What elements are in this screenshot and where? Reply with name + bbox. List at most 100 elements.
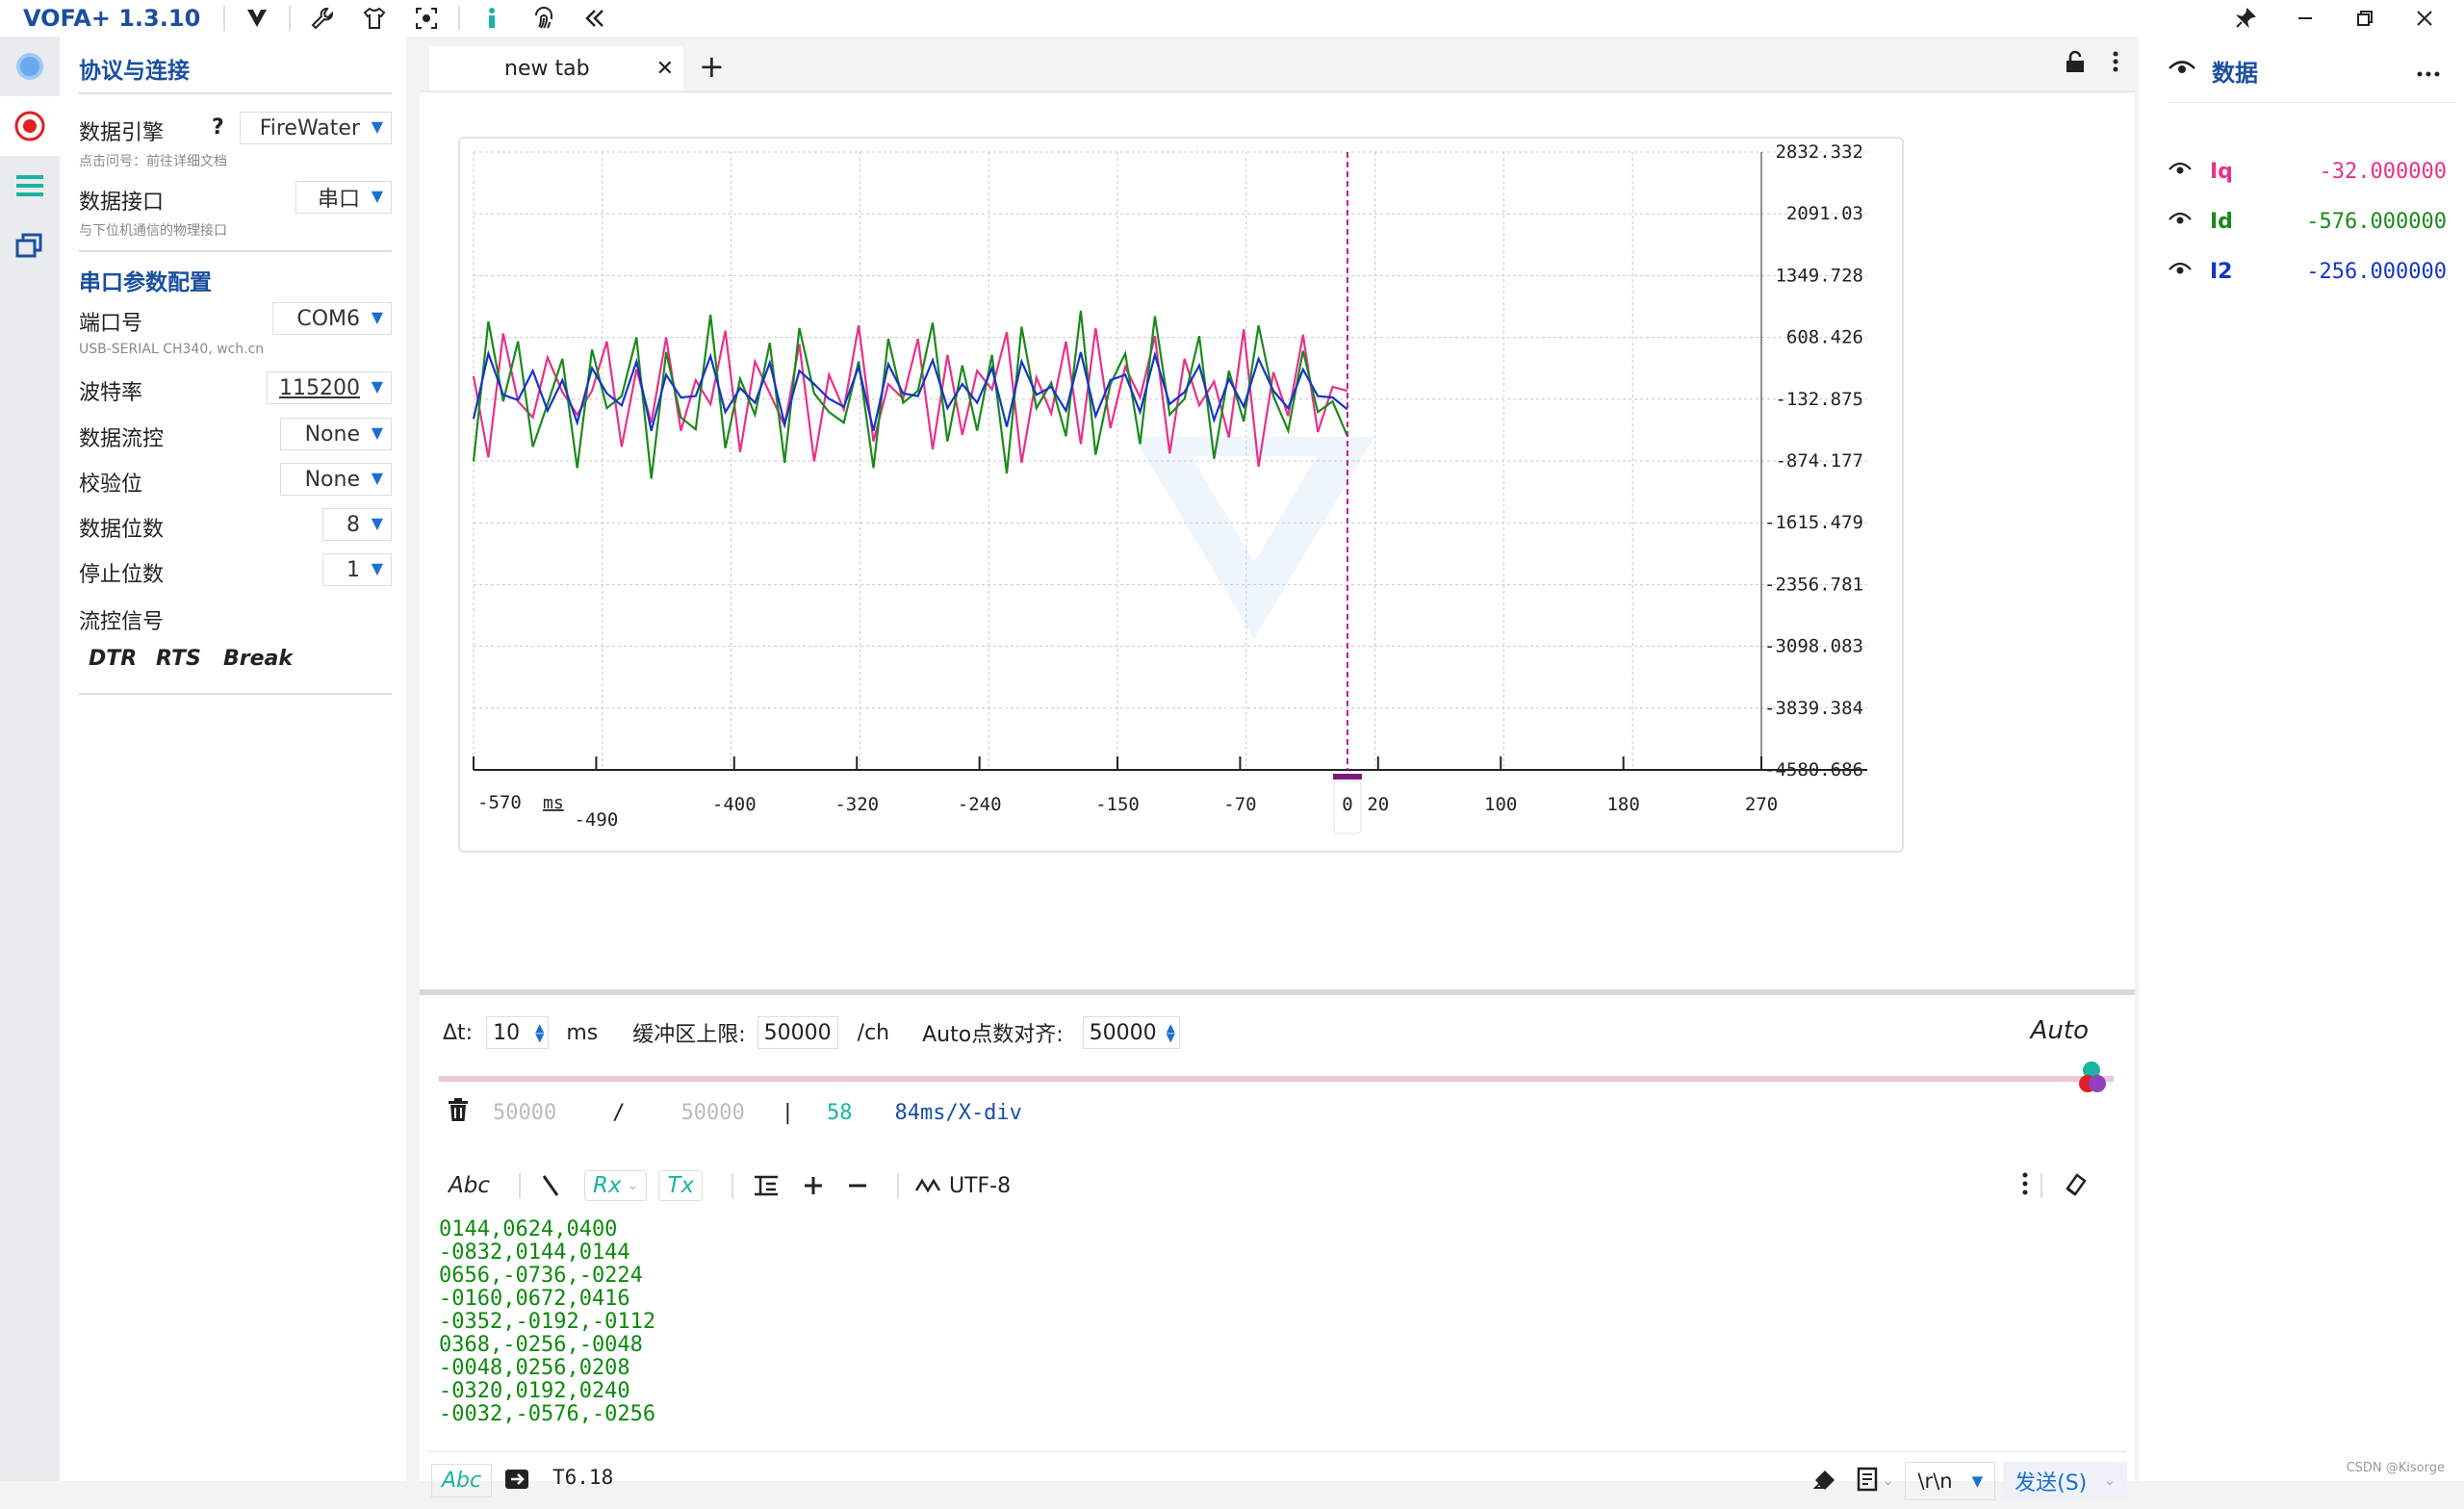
chevron-down-icon[interactable]: ⌄ [1883,1473,1894,1489]
channel-name: Iq [2210,160,2287,184]
interface-select[interactable]: 串口▼ [295,181,392,214]
tx-toggle[interactable]: Tx [658,1170,703,1201]
pen-icon[interactable] [540,1174,561,1197]
divider [2168,102,2456,103]
history-slider[interactable] [439,1076,2114,1082]
flow-control-value: None [305,422,360,447]
list-icon[interactable] [0,156,60,216]
dtr-button[interactable]: DTR [89,647,137,671]
channel-row[interactable]: I2 -256.000000 [2168,254,2456,289]
dt-value: 10 [493,1021,526,1045]
buffer-input[interactable]: 50000 [757,1016,838,1049]
x-tick-label: 270 [1745,794,1778,815]
text-format-icon[interactable] [753,1174,780,1197]
auto-button[interactable]: Auto [2031,1016,2089,1045]
stats-separator: | [782,1101,794,1125]
rx-line: 0144,0624,0400 [439,1218,2114,1241]
vofa-logo-icon[interactable] [244,6,270,31]
dt-spinbox[interactable]: 10 ▲▼ [486,1016,549,1049]
activity-bar [0,37,60,1481]
plus-icon[interactable] [803,1175,824,1196]
more-horizontal-icon[interactable] [2416,64,2441,82]
auto-align-spinbox[interactable]: 50000▲▼ [1083,1016,1180,1049]
engine-value: FireWater [260,116,360,141]
slider-handle[interactable] [2076,1059,2115,1097]
fingerprint-icon[interactable] [531,6,556,31]
shirt-icon[interactable] [362,6,387,31]
document-icon[interactable] [1856,1467,1879,1496]
unlock-icon[interactable] [2064,50,2087,77]
waveform-plot[interactable]: 2832.3322091.031349.728608.426-132.875-8… [458,137,1904,853]
wrench-icon[interactable] [310,6,335,31]
interface-hint: 与下位机通信的物理接口 [79,220,227,240]
eye-icon[interactable] [2168,210,2193,233]
divider [519,1173,521,1198]
add-tab-button[interactable]: + [699,48,725,85]
close-tab-icon[interactable]: ✕ [656,57,674,81]
spin-arrows-icon[interactable]: ▲▼ [1167,1023,1175,1042]
plot-svg[interactable]: 2832.3322091.031349.728608.426-132.875-8… [460,139,1902,851]
spin-arrows-icon[interactable]: ▲▼ [535,1023,544,1042]
x-tick-label: 180 [1606,794,1639,815]
rx-toggle[interactable]: Rx⌄ [584,1170,647,1201]
send-button[interactable]: 发送(S)⌄ [2003,1462,2127,1500]
buffer-label: 缓冲区上限: [632,1017,745,1048]
main-area: new tab ✕ + 2832.3322091.031349.728608.4… [420,37,2135,1481]
waveform-icon[interactable] [914,1175,941,1196]
rx-line: 0656,-0736,-0224 [439,1265,2114,1288]
minimize-icon[interactable] [2293,6,2318,31]
y-tick-label: 2091.03 [1786,203,1863,224]
tab-new[interactable]: new tab ✕ [429,46,683,90]
connection-status-icon[interactable] [0,37,60,96]
restore-icon[interactable] [2352,6,2377,31]
eye-icon[interactable] [2168,260,2193,283]
channel-row[interactable]: Id-576.000000 [2168,204,2456,239]
line-ending-value: \r\n [1917,1470,1952,1493]
data-panel: 数据 Iq-32.000000Id-576.000000I2-256.00000… [2139,37,2464,1481]
pin-icon[interactable] [2233,6,2258,31]
y-tick-label: -132.875 [1775,389,1863,410]
baud-select[interactable]: 115200▼ [267,371,392,404]
stopbits-select[interactable]: 1▼ [322,553,392,586]
info-icon[interactable] [479,6,504,31]
port-select[interactable]: COM6▼ [272,302,392,335]
y-tick-label: -2356.781 [1764,574,1863,595]
port-hint: USB-SERIAL CH340, wch.cn [79,342,264,357]
clear-send-icon[interactable] [1813,1467,1838,1496]
flow-control-select[interactable]: None▼ [280,418,392,450]
eraser-icon[interactable] [2064,1171,2089,1200]
eye-icon[interactable] [2168,58,2196,83]
collapse-icon[interactable] [583,6,608,31]
tab-bar: new tab ✕ + [420,37,2135,92]
panel-splitter[interactable] [420,989,2135,995]
line-ending-select[interactable]: \r\n▼ [1905,1462,1995,1500]
chevron-down-icon: ⌄ [2104,1473,2116,1489]
channel-value: -256.000000 [2306,260,2447,284]
rts-button[interactable]: RTS [156,647,201,671]
capture-icon[interactable] [414,6,439,31]
text-mode-button[interactable]: Abc [449,1173,490,1198]
break-button[interactable]: Break [223,647,293,671]
engine-help-button[interactable]: ? [212,115,224,140]
rx-line: -0352,-0192,-0112 [439,1311,2114,1334]
channel-name: I2 [2210,260,2287,284]
cursor-handle[interactable] [1333,774,1362,780]
record-icon[interactable] [0,96,60,156]
y-tick-label: -874.177 [1775,450,1863,472]
minus-icon[interactable] [847,1175,868,1196]
channel-row[interactable]: Iq-32.000000 [2168,154,2456,189]
encoding-select[interactable]: UTF-8 [949,1174,1011,1198]
trash-icon[interactable] [447,1097,470,1128]
engine-select[interactable]: FireWater▼ [240,112,392,144]
databits-select[interactable]: 8▼ [322,508,392,541]
rx-text-area[interactable]: 0144,0624,0400-0832,0144,01440656,-0736,… [439,1218,2114,1438]
send-input[interactable]: T6.18 [552,1466,613,1489]
more-vertical-icon[interactable] [2112,50,2119,77]
parity-select[interactable]: None▼ [280,463,392,496]
eye-icon[interactable] [2168,160,2193,183]
engine-hint: 点击问号：前往详细文档 [79,151,227,170]
close-icon[interactable] [2412,6,2437,31]
divider [79,92,392,94]
more-vertical-icon[interactable] [2021,1171,2029,1200]
windows-icon[interactable] [0,216,60,275]
